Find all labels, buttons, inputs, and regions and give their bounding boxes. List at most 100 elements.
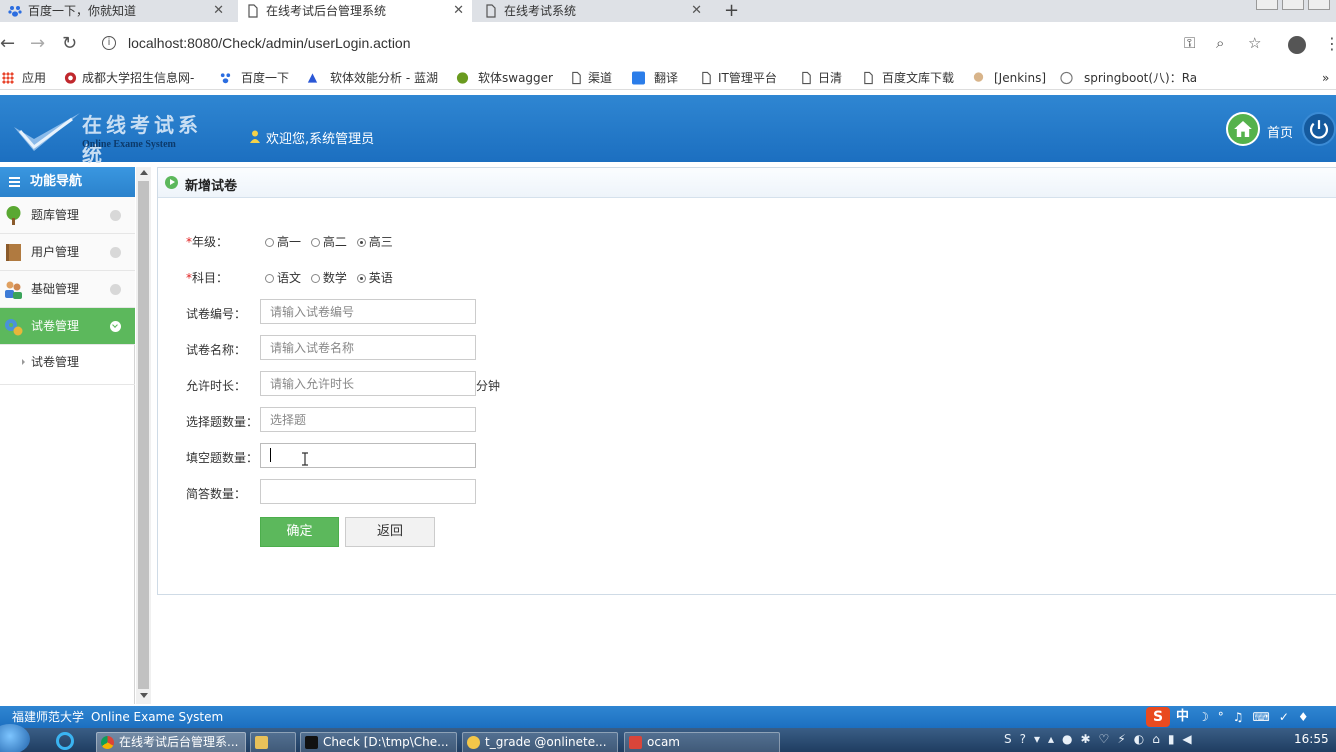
app-footer: 福建师范大学 Online Exame System S 中 ☽°♫⌨✓♦ <box>0 706 1336 728</box>
browser-tab-exam[interactable]: 在线考试系统 ✕ <box>476 0 710 22</box>
bookmark-label: 渠道 <box>588 71 613 85</box>
short-answer-count-label: 简答数量： <box>186 487 247 501</box>
panel-header: 新增试卷 <box>158 168 1336 198</box>
sidebar-item-basic[interactable]: 基础管理 <box>0 271 135 308</box>
confirm-button[interactable]: 确定 <box>260 517 339 547</box>
tray-icons[interactable]: S?▾▴●✱♡⚡◐⌂▮◀ <box>1004 732 1200 746</box>
sidebar-item-users[interactable]: 用户管理 <box>0 234 135 271</box>
windows-start-icon[interactable] <box>0 724 30 752</box>
radio-circle[interactable] <box>265 238 274 247</box>
close-icon[interactable]: ✕ <box>213 0 224 22</box>
ime-mode[interactable]: 中 <box>1176 706 1189 728</box>
clock[interactable]: 16:55 <box>1294 732 1329 746</box>
browser-tabstrip: 百度一下，你就知道 ✕ 在线考试后台管理系统 ✕ 在线考试系统 ✕ + <box>0 0 1336 22</box>
power-icon[interactable] <box>1302 112 1336 146</box>
sidebar-scrollbar[interactable] <box>136 167 151 704</box>
add-paper-panel: 新增试卷 *年级： 高一 高二 高三 *科目： 语文 数学 英语 试卷编号： 试… <box>157 167 1336 595</box>
bookmark-item[interactable]: IT管理平台 <box>700 69 777 87</box>
taskbar-item-explorer[interactable] <box>250 732 296 752</box>
scroll-thumb[interactable] <box>138 181 149 689</box>
duration-input[interactable] <box>260 371 476 396</box>
choice-count-input[interactable] <box>260 407 476 432</box>
bookmark-item[interactable]: 翻译 <box>632 69 678 87</box>
browser-tab-baidu[interactable]: 百度一下，你就知道 ✕ <box>0 0 232 22</box>
browser-tab-admin[interactable]: 在线考试后台管理系统 ✕ <box>238 0 472 22</box>
ime-tool-icons[interactable]: ☽°♫⌨✓♦ <box>1198 706 1318 728</box>
taskbar-item-ocam[interactable]: ocam <box>624 732 780 752</box>
minimize-icon[interactable] <box>1256 0 1278 10</box>
reload-icon[interactable]: ↻ <box>62 32 77 56</box>
radio-circle-checked[interactable] <box>356 274 366 283</box>
profile-icon[interactable] <box>1288 36 1306 54</box>
taskbar-item-chrome[interactable]: 在线考试后台管理系... <box>96 732 246 752</box>
bookmark-item[interactable]: 软体效能分析 - 蓝湖 <box>306 69 438 87</box>
bookmark-label: IT管理平台 <box>718 71 777 85</box>
more-bookmarks-icon[interactable]: » <box>1322 69 1329 87</box>
radio-label: 高三 <box>368 235 393 249</box>
sidebar-item-label: 试卷管理 <box>31 319 80 333</box>
star-icon[interactable]: ☆ <box>1248 34 1261 52</box>
lanhu-icon <box>307 73 318 83</box>
new-tab-plus-icon[interactable]: + <box>724 0 739 22</box>
paper-name-input[interactable] <box>260 335 476 360</box>
subject-radio-group: 语文 数学 英语 <box>265 269 399 286</box>
paper-name-label: 试卷名称： <box>186 343 247 357</box>
taskbar-item-idea[interactable]: Check [D:\tmp\Che... <box>300 732 457 752</box>
radio-grade-3[interactable]: 高三 <box>356 233 393 250</box>
tab-title: 在线考试后台管理系统 <box>266 4 387 18</box>
paper-id-input[interactable] <box>260 299 476 324</box>
scroll-up-icon[interactable] <box>140 170 148 175</box>
bookmark-item[interactable]: 日清 <box>800 69 842 87</box>
ime-toolbar[interactable]: S 中 ☽°♫⌨✓♦ <box>1146 706 1336 728</box>
page-icon <box>572 71 581 85</box>
sidebar-subitem-label: 试卷管理 <box>31 355 80 369</box>
radio-grade-2[interactable]: 高二 <box>310 233 347 250</box>
sidebar-item-papers[interactable]: 试卷管理 <box>0 308 135 345</box>
radio-circle[interactable] <box>310 238 320 247</box>
task-label: Check [D:\tmp\Che... <box>323 735 449 749</box>
address-bar[interactable]: i localhost:8080/Check/admin/userLogin.a… <box>92 30 1276 58</box>
scroll-down-icon[interactable] <box>140 693 148 698</box>
back-button[interactable]: 返回 <box>345 517 435 547</box>
list-icon <box>9 177 20 187</box>
radio-subject-math[interactable]: 数学 <box>310 269 347 286</box>
swagger-icon <box>456 72 469 84</box>
taskbar-item-db[interactable]: t_grade @onlinete... <box>462 732 618 752</box>
menu-kebab-icon[interactable]: ⋮ <box>1324 34 1336 53</box>
radio-subject-chinese[interactable]: 语文 <box>265 269 301 286</box>
radio-subject-english[interactable]: 英语 <box>356 269 393 286</box>
bookmark-item[interactable]: 成都大学招生信息网- <box>64 69 194 87</box>
site-info-icon[interactable]: i <box>102 36 116 50</box>
maximize-icon[interactable] <box>1282 0 1304 10</box>
ie-icon[interactable] <box>56 732 74 750</box>
sogou-ime-icon[interactable]: S <box>1146 707 1170 727</box>
sidebar-subitem-papers[interactable]: 试卷管理 <box>0 345 135 385</box>
caret-right-icon <box>22 359 25 365</box>
sidebar-title: 功能导航 <box>0 167 135 197</box>
close-icon[interactable]: ✕ <box>453 0 464 22</box>
sidebar-item-question-bank[interactable]: 题库管理 <box>0 197 135 234</box>
bookmark-label: 应用 <box>22 71 47 85</box>
bookmark-item[interactable]: [Jenkins] <box>972 69 1046 87</box>
bookmark-item[interactable]: 百度一下 <box>219 69 289 87</box>
browser-toolbar: ← → ↻ i localhost:8080/Check/admin/userL… <box>0 22 1336 66</box>
radio-circle-checked[interactable] <box>356 238 366 247</box>
blank-count-input[interactable] <box>260 443 476 468</box>
radio-circle[interactable] <box>310 274 320 283</box>
task-label: 在线考试后台管理系... <box>119 735 239 749</box>
zoom-icon[interactable]: ⌕ <box>1216 34 1224 52</box>
close-icon[interactable]: ✕ <box>691 0 702 22</box>
bookmark-item[interactable]: springboot(八)：Ra <box>1060 69 1197 87</box>
back-arrow-icon[interactable]: ← <box>0 32 15 56</box>
short-answer-count-input[interactable] <box>260 479 476 504</box>
subject-label: *科目： <box>186 269 228 286</box>
bookmark-apps[interactable]: 应用 <box>0 69 46 87</box>
radio-circle[interactable] <box>265 274 274 283</box>
radio-grade-1[interactable]: 高一 <box>265 233 301 250</box>
bookmark-item[interactable]: 渠道 <box>570 69 612 87</box>
window-close-icon[interactable] <box>1308 0 1330 10</box>
forward-arrow-icon[interactable]: → <box>30 32 45 56</box>
key-icon[interactable]: ⚿ <box>1184 34 1195 52</box>
bookmark-item[interactable]: 百度文库下载 <box>862 69 954 87</box>
bookmark-item[interactable]: 软体swagger <box>456 69 553 87</box>
